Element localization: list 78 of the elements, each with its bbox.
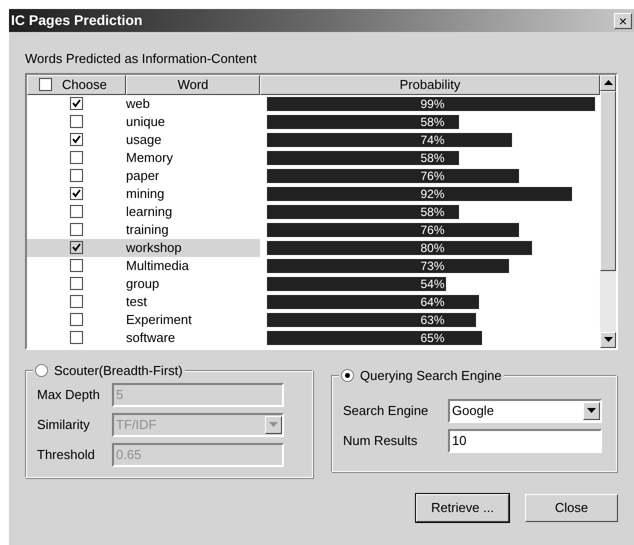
probability-value: 65% [420,330,445,344]
table-row[interactable]: Memory 58% [27,148,600,166]
word-cell-text: usage [126,130,162,149]
column-header[interactable]: Word [126,74,260,94]
word-cell-text: group [126,274,160,293]
probability-value: 58% [420,204,445,218]
checkbox[interactable] [39,78,52,91]
down-arrow-icon [587,408,596,413]
radio-label[interactable]: Querying Search Engine [360,366,502,385]
probability-value: 58% [420,150,445,164]
word-cell-text: Memory [126,148,173,167]
word-cell-text: Multimedia [126,256,189,275]
table-row[interactable]: learning 58% [27,202,600,220]
word-cell-text: training [126,220,169,239]
field-label: Threshold [37,446,96,464]
probability-value: 99% [420,96,445,110]
word-cell-text: software [126,328,176,347]
checkbox[interactable] [70,187,83,200]
word-cell-text: Experiment [126,310,192,329]
probability-value: 80% [420,240,445,254]
checkbox[interactable] [70,241,83,254]
checkbox[interactable] [70,133,83,146]
table-row[interactable]: training 76% [27,220,600,238]
table-row[interactable]: test 64% [27,292,600,310]
word-cell-text: workshop [126,238,182,257]
checkbox[interactable] [70,97,83,110]
table-row[interactable]: usage 74% [27,130,600,148]
probability-value: 64% [420,294,445,308]
table-row[interactable]: Experiment 63% [27,310,600,328]
probability-value: 76% [420,222,445,236]
probability-value: 76% [420,168,445,182]
dropdown[interactable]: Google [448,398,602,422]
checkbox[interactable] [70,115,83,128]
checkbox[interactable] [70,313,83,326]
dialog-button[interactable]: Close [525,494,618,522]
field-label: Search Engine [343,402,430,420]
checkbox[interactable] [70,151,83,164]
table-row[interactable]: group 54% [27,274,600,292]
table-row[interactable]: workshop 80% [27,238,600,256]
checkbox[interactable] [70,223,83,236]
table-row[interactable]: unique 58% [27,112,600,130]
scrollbar[interactable] [600,74,616,348]
up-arrow-icon [604,80,612,85]
close-button[interactable]: × [614,12,632,28]
probability-value: 63% [420,312,445,326]
checkbox[interactable] [70,169,83,182]
word-cell-text: test [126,292,147,311]
word-cell-text: mining [126,184,164,203]
checkbox[interactable] [70,205,83,218]
checkbox[interactable] [70,331,83,344]
table-row[interactable]: paper 76% [27,166,600,184]
checkbox[interactable] [70,295,83,308]
field-label: Num Results [343,432,418,450]
column-header[interactable]: Probability [260,74,600,94]
field-label: Similarity [37,416,91,434]
table-row[interactable]: Multimedia 73% [27,256,600,274]
window-title: IC Pages Prediction [11,11,142,30]
table-row[interactable]: web 99% [27,94,600,112]
checkbox[interactable] [70,277,83,290]
probability-value: 74% [420,132,445,146]
probability-value: 58% [420,114,445,128]
probability-value: 73% [420,258,445,272]
down-arrow-icon [269,422,278,427]
table-row[interactable]: software 65% [27,328,600,346]
list-label: Words Predicted as Information-Content [25,50,258,68]
table-row[interactable]: mining 92% [27,184,600,202]
radio-button[interactable] [341,368,354,382]
word-cell-text: learning [126,202,172,221]
word-cell-text: unique [126,112,166,131]
dialog-button[interactable]: Retrieve ... [416,494,509,522]
probability-value: 54% [420,276,445,290]
down-arrow-icon [604,337,612,342]
word-cell-text: paper [126,166,160,185]
probability-value: 92% [420,186,445,200]
field-label: Max Depth [37,386,101,404]
input-field[interactable]: 10 [448,428,602,452]
word-cell-text: web [126,94,150,113]
checkbox[interactable] [70,259,83,272]
